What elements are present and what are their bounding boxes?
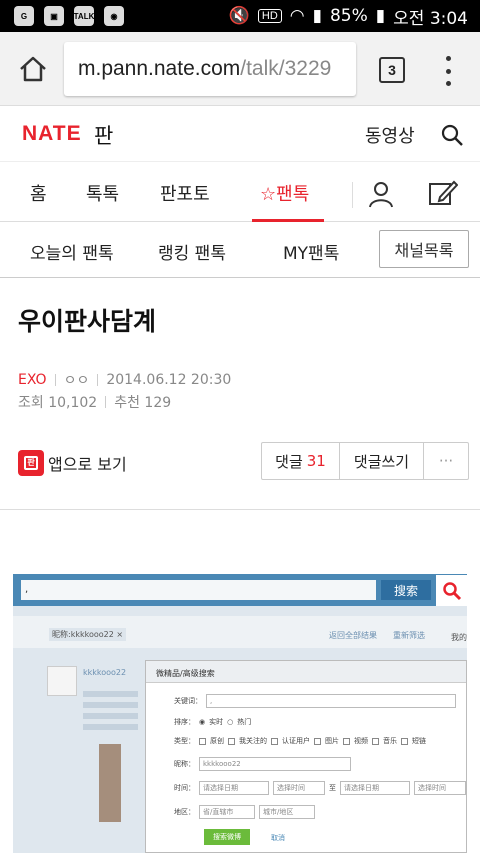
url-host: m.pann.nate.com xyxy=(78,57,241,80)
post-stats: 조회 10,102 추천 129 xyxy=(18,392,171,412)
app-icon: 판 xyxy=(18,450,44,476)
comments-label: 댓글 xyxy=(275,452,303,471)
sub-nav: 오늘의 팬톡 랭킹 팬톡 MY팬톡 채널목록 xyxy=(0,222,480,278)
search-icon[interactable] xyxy=(440,123,464,147)
img-search-input: , xyxy=(21,580,376,600)
comments-button[interactable]: 댓글 31 xyxy=(262,443,340,479)
gallery-icon: ▣ xyxy=(44,6,64,26)
img-type-label: 类型： xyxy=(174,737,195,745)
img-link-all: 返回全部结果 xyxy=(329,631,377,640)
img-nick-label: 昵称： xyxy=(174,760,195,768)
subnav-my[interactable]: MY팬톡 xyxy=(283,239,339,264)
nav-toktok[interactable]: 톡톡 xyxy=(86,180,119,206)
img-link-reset: 重新筛选 xyxy=(393,631,425,640)
content-divider xyxy=(0,509,480,510)
img-time-label: 时间： xyxy=(174,784,195,792)
img-sort-opt1: 实时 xyxy=(209,718,224,726)
img-dialog-title: 微精品/高级搜索 xyxy=(146,661,466,683)
nav-home[interactable]: 홈 xyxy=(30,180,47,206)
address-bar[interactable]: m.pann.nate.com/talk/3229 xyxy=(64,42,356,96)
post-meta: EXO ㅇㅇ 2014.06.12 20:30 xyxy=(18,370,231,390)
img-advanced-search-dialog: 微精品/高级搜索 关键词： , 排序： ◉ 实时 ○ 热门 类型： 原创 我关注的 … xyxy=(145,660,467,853)
video-link[interactable]: 동영상 xyxy=(365,122,415,148)
more-button[interactable]: ··· xyxy=(424,443,468,479)
img-type: 认证用户 xyxy=(282,737,310,745)
img-type: 我关注的 xyxy=(239,737,267,745)
img-time-start-h: 选择时间 xyxy=(273,781,325,795)
channel-list-button[interactable]: 채널목록 xyxy=(379,230,469,268)
nav-divider xyxy=(352,182,353,208)
img-nick-field: kkkkooo22 xyxy=(199,757,351,771)
tab-switcher-button[interactable]: 3 xyxy=(379,57,405,83)
url-path: /talk/3229 xyxy=(240,57,332,80)
img-type: 原创 xyxy=(210,737,224,745)
img-avatar xyxy=(47,666,77,696)
music-icon: ◉ xyxy=(104,6,124,26)
img-search-go: 搜索微博 xyxy=(204,829,250,845)
browser-toolbar: m.pann.nate.com/talk/3229 3 xyxy=(0,32,480,106)
subnav-ranking[interactable]: 랭킹 팬톡 xyxy=(158,239,226,264)
img-type: 短链 xyxy=(412,737,426,745)
app-view-label: 앱으로 보기 xyxy=(48,455,127,474)
img-area2: 城市/地区 xyxy=(259,805,315,819)
img-type: 图片 xyxy=(325,737,339,745)
signal-icon: ▮ xyxy=(312,6,322,26)
img-sort-opt2: 热门 xyxy=(237,718,252,726)
hd-icon: HD xyxy=(257,9,282,23)
img-search-bar: , 搜索 xyxy=(13,574,467,606)
img-search-button: 搜索 xyxy=(381,580,431,600)
user-icon[interactable] xyxy=(368,180,394,208)
post-channel[interactable]: EXO xyxy=(18,372,47,388)
img-username: kkkkooo22 xyxy=(83,668,127,677)
img-type: 音乐 xyxy=(383,737,397,745)
post-date: 2014.06.12 20:30 xyxy=(106,372,232,388)
battery-icon: ▮ xyxy=(375,6,386,26)
comments-count: 31 xyxy=(306,452,326,470)
write-icon[interactable] xyxy=(428,178,458,208)
img-area-label: 地区： xyxy=(174,808,195,816)
img-time-end: 请选择日期 xyxy=(340,781,410,795)
status-bar: G ▣ TALK ◉ 🔇 HD ◠ ▮ 85% ▮ 오전 3:04 xyxy=(0,0,480,32)
app-view-button[interactable]: 판 앱으로 보기 xyxy=(18,450,127,476)
post-author: ㅇㅇ xyxy=(63,373,90,389)
img-thumbnail xyxy=(99,744,121,822)
write-comment-button[interactable]: 댓글쓰기 xyxy=(340,443,424,479)
comment-actions: 댓글 31 댓글쓰기 ··· xyxy=(261,442,469,480)
mute-icon: 🔇 xyxy=(228,6,250,26)
img-type: 视频 xyxy=(354,737,368,745)
img-search-icon xyxy=(436,575,467,606)
img-keyword-field: , xyxy=(206,694,456,708)
post-title: 우이판사담계 xyxy=(18,307,157,336)
img-time-end-h: 选择时间 xyxy=(414,781,466,795)
img-keyword-label: 关键词： xyxy=(174,697,202,705)
img-right-text: 我的 xyxy=(451,633,467,642)
img-area1: 省/直辖市 xyxy=(199,805,255,819)
main-nav: 홈 톡톡 판포토 ☆팬톡 xyxy=(0,162,480,222)
img-time-to: 至 xyxy=(329,784,336,792)
img-time-start: 请选择日期 xyxy=(199,781,269,795)
subnav-today[interactable]: 오늘의 팬톡 xyxy=(30,239,114,264)
post-image: , 搜索 昵称:kkkkooo22 × 返回全部结果 重新筛选 我的 kkkko… xyxy=(13,574,467,853)
pann-title[interactable]: 판 xyxy=(94,120,113,150)
img-sort-label: 排序： xyxy=(174,718,195,726)
post-recommend: 추천 129 xyxy=(114,395,172,411)
nate-logo[interactable]: NATE xyxy=(22,122,82,146)
img-cancel: 取消 xyxy=(271,834,285,842)
home-icon[interactable] xyxy=(18,54,48,84)
post-views: 조회 10,102 xyxy=(18,395,98,411)
menu-icon[interactable] xyxy=(446,56,452,86)
clock: 오전 3:04 xyxy=(393,8,468,29)
site-header: NATE 판 동영상 xyxy=(0,106,480,162)
battery-percent: 85% xyxy=(329,6,368,26)
nav-pannphoto[interactable]: 판포토 xyxy=(160,180,210,206)
wifi-icon: ◠ xyxy=(289,6,305,26)
img-filter-tag: 昵称:kkkkooo22 × xyxy=(49,628,127,641)
notification-icon: G xyxy=(14,6,34,26)
talk-icon: TALK xyxy=(74,6,94,26)
nav-fantalk[interactable]: ☆팬톡 xyxy=(260,180,309,206)
